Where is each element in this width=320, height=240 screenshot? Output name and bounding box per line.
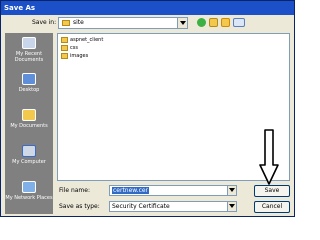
views-icon[interactable] xyxy=(233,18,245,27)
save-as-dialog: Save As Save in: site My Recent Document… xyxy=(0,0,295,217)
dropdown-button[interactable] xyxy=(177,18,187,28)
list-item[interactable]: images xyxy=(61,52,181,60)
folder-icon xyxy=(61,37,68,43)
save-in-value: site xyxy=(73,19,84,26)
save-as-type-dropdown-button[interactable] xyxy=(227,202,236,211)
place-label: My Network Places xyxy=(5,195,53,201)
list-item[interactable]: aspnet_client xyxy=(61,36,181,44)
save-as-type-label: Save as type: xyxy=(59,203,100,210)
place-label: Desktop xyxy=(18,87,40,93)
file-name: images xyxy=(70,53,89,59)
file-name-input[interactable]: certnew.cer xyxy=(109,185,237,196)
place-my-recent-documents[interactable]: My Recent Documents xyxy=(5,35,53,69)
chevron-down-icon xyxy=(229,204,235,208)
my-computer-icon xyxy=(22,145,36,157)
place-my-computer[interactable]: My Computer xyxy=(5,143,53,177)
down-arrow-annotation xyxy=(259,129,279,185)
network-places-icon xyxy=(22,181,36,193)
place-my-documents[interactable]: My Documents xyxy=(5,107,53,141)
window-title: Save As xyxy=(4,4,36,12)
save-button[interactable]: Save xyxy=(254,185,290,197)
folder-icon xyxy=(62,20,70,26)
file-name-value: certnew.cer xyxy=(112,187,150,195)
place-desktop[interactable]: Desktop xyxy=(5,71,53,105)
back-icon[interactable] xyxy=(197,18,206,27)
new-folder-icon[interactable] xyxy=(221,18,230,27)
file-name-label: File name: xyxy=(59,187,90,194)
save-in-dropdown[interactable]: site xyxy=(58,17,188,29)
up-folder-icon[interactable] xyxy=(209,18,218,27)
save-as-type-value: Security Certificate xyxy=(112,203,170,210)
title-bar[interactable]: Save As xyxy=(1,1,294,15)
place-label: My Computer xyxy=(12,159,46,165)
recent-documents-icon xyxy=(22,37,36,49)
file-name: css xyxy=(70,45,78,51)
place-label: My Documents xyxy=(10,123,48,129)
cancel-button[interactable]: Cancel xyxy=(254,201,290,213)
toolbar xyxy=(197,16,257,28)
save-as-type-dropdown[interactable]: Security Certificate xyxy=(109,201,237,212)
folder-icon xyxy=(61,45,68,51)
list-item[interactable]: css xyxy=(61,44,181,52)
file-name-selection: certnew.cer xyxy=(112,187,150,194)
desktop-icon xyxy=(22,73,36,85)
save-in-label: Save in: xyxy=(32,19,57,26)
file-name-dropdown-button[interactable] xyxy=(227,186,236,195)
file-list[interactable]: aspnet_client css images xyxy=(57,33,290,181)
chevron-down-icon xyxy=(229,188,235,192)
place-my-network-places[interactable]: My Network Places xyxy=(5,179,53,213)
places-bar: My Recent Documents Desktop My Documents… xyxy=(5,33,53,214)
folder-icon xyxy=(61,53,68,59)
my-documents-icon xyxy=(22,109,36,121)
file-name: aspnet_client xyxy=(70,37,104,43)
chevron-down-icon xyxy=(180,21,186,25)
place-label: My Recent Documents xyxy=(14,51,44,63)
